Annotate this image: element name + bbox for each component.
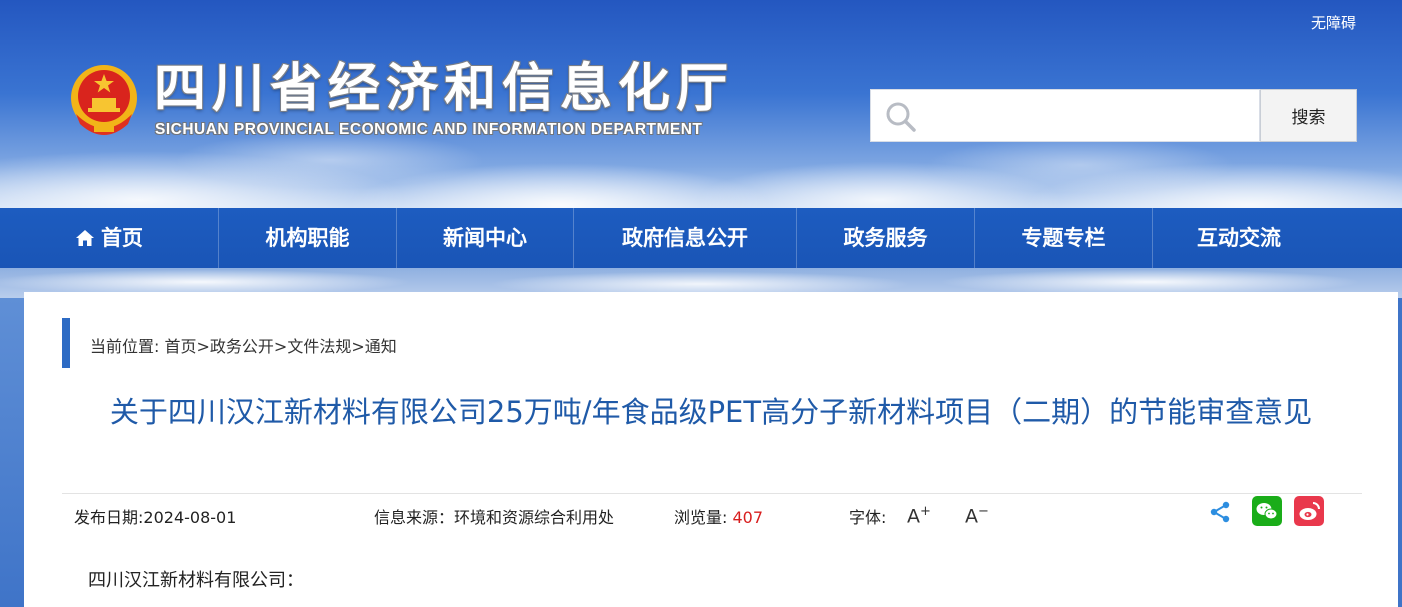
home-icon bbox=[75, 210, 95, 270]
breadcrumb-link-home[interactable]: 首页 bbox=[164, 337, 196, 356]
article-title: 关于四川汉江新材料有限公司25万吨/年食品级PET高分子新材料项目（二期）的节能… bbox=[109, 395, 1313, 429]
side-background bbox=[0, 298, 24, 607]
nav-item-news[interactable]: 新闻中心 bbox=[397, 208, 574, 268]
main-nav: 首页 机构职能 新闻中心 政府信息公开 政务服务 专题专栏 互动交流 bbox=[0, 208, 1402, 268]
search-input[interactable] bbox=[927, 98, 1247, 134]
nav-item-label: 互动交流 bbox=[1197, 226, 1281, 250]
meta-divider bbox=[62, 493, 1362, 494]
weibo-icon[interactable] bbox=[1294, 496, 1324, 526]
nav-item-organization[interactable]: 机构职能 bbox=[219, 208, 397, 268]
breadcrumb: 当前位置: 首页>政务公开>文件法规>通知 bbox=[90, 333, 397, 357]
breadcrumb-prefix: 当前位置: bbox=[90, 337, 165, 356]
font-increase-glyph: A bbox=[907, 505, 920, 528]
breadcrumb-separator: > bbox=[273, 337, 288, 356]
side-background bbox=[1398, 298, 1402, 607]
nav-item-label: 专题专栏 bbox=[1021, 226, 1106, 250]
breadcrumb-link-gov[interactable]: 政务公开 bbox=[210, 337, 274, 356]
breadcrumb-accent bbox=[62, 318, 70, 368]
share-icon[interactable] bbox=[1208, 500, 1232, 528]
nav-item-services[interactable]: 政务服务 bbox=[797, 208, 975, 268]
font-increase-button[interactable]: A+ bbox=[907, 504, 931, 527]
accessibility-link[interactable]: 无障碍 bbox=[1311, 12, 1356, 33]
nav-item-label: 政务服务 bbox=[843, 226, 928, 250]
nav-item-label: 新闻中心 bbox=[443, 226, 527, 250]
search-box bbox=[870, 89, 1260, 142]
article-salutation: 四川汉江新材料有限公司： bbox=[88, 570, 304, 591]
site-header: 无障碍 四川省经济和信息化厅 SICHUAN PROVINCIAL ECONOM… bbox=[0, 0, 1402, 208]
article-panel: 当前位置: 首页>政务公开>文件法规>通知 关于四川汉江新材料有限公司25万吨/… bbox=[24, 292, 1398, 607]
nav-item-home[interactable]: 首页 bbox=[0, 208, 219, 268]
publish-date: 发布日期:2024-08-01 bbox=[74, 504, 236, 528]
views-value: 407 bbox=[732, 508, 764, 527]
plus-icon: + bbox=[920, 504, 931, 519]
source-value: 环境和资源综合利用处 bbox=[454, 508, 615, 527]
publish-label: 发布日期: bbox=[74, 508, 144, 527]
font-decrease-glyph: A bbox=[965, 505, 978, 528]
views-label: 浏览量: bbox=[674, 508, 733, 527]
breadcrumb-link-docs[interactable]: 文件法规 bbox=[287, 337, 351, 356]
site-title: 四川省经济和信息化厅 bbox=[154, 59, 735, 119]
breadcrumb-separator: > bbox=[351, 337, 365, 356]
nav-item-label: 政府信息公开 bbox=[622, 226, 748, 250]
nav-item-interaction[interactable]: 互动交流 bbox=[1153, 208, 1325, 268]
minus-icon: − bbox=[978, 504, 989, 519]
nav-item-label: 首页 bbox=[101, 226, 143, 250]
breadcrumb-separator: > bbox=[196, 337, 210, 356]
wechat-icon[interactable] bbox=[1252, 496, 1282, 526]
source-label: 信息来源： bbox=[374, 508, 455, 527]
info-source: 信息来源：环境和资源综合利用处 bbox=[374, 504, 614, 528]
search-button[interactable]: 搜索 bbox=[1260, 89, 1357, 142]
view-count: 浏览量: 407 bbox=[674, 504, 763, 528]
publish-date-value: 2024-08-01 bbox=[143, 508, 237, 527]
nav-item-topics[interactable]: 专题专栏 bbox=[975, 208, 1153, 268]
breadcrumb-link-notice[interactable]: 通知 bbox=[365, 337, 397, 356]
search-icon bbox=[885, 101, 917, 137]
nav-item-gov-info[interactable]: 政府信息公开 bbox=[574, 208, 797, 268]
nav-item-label: 机构职能 bbox=[265, 226, 350, 250]
font-decrease-button[interactable]: A− bbox=[965, 504, 989, 527]
site-subtitle: SICHUAN PROVINCIAL ECONOMIC AND INFORMAT… bbox=[155, 121, 703, 138]
national-emblem-logo[interactable] bbox=[68, 62, 140, 146]
font-size-label: 字体: bbox=[849, 508, 887, 527]
